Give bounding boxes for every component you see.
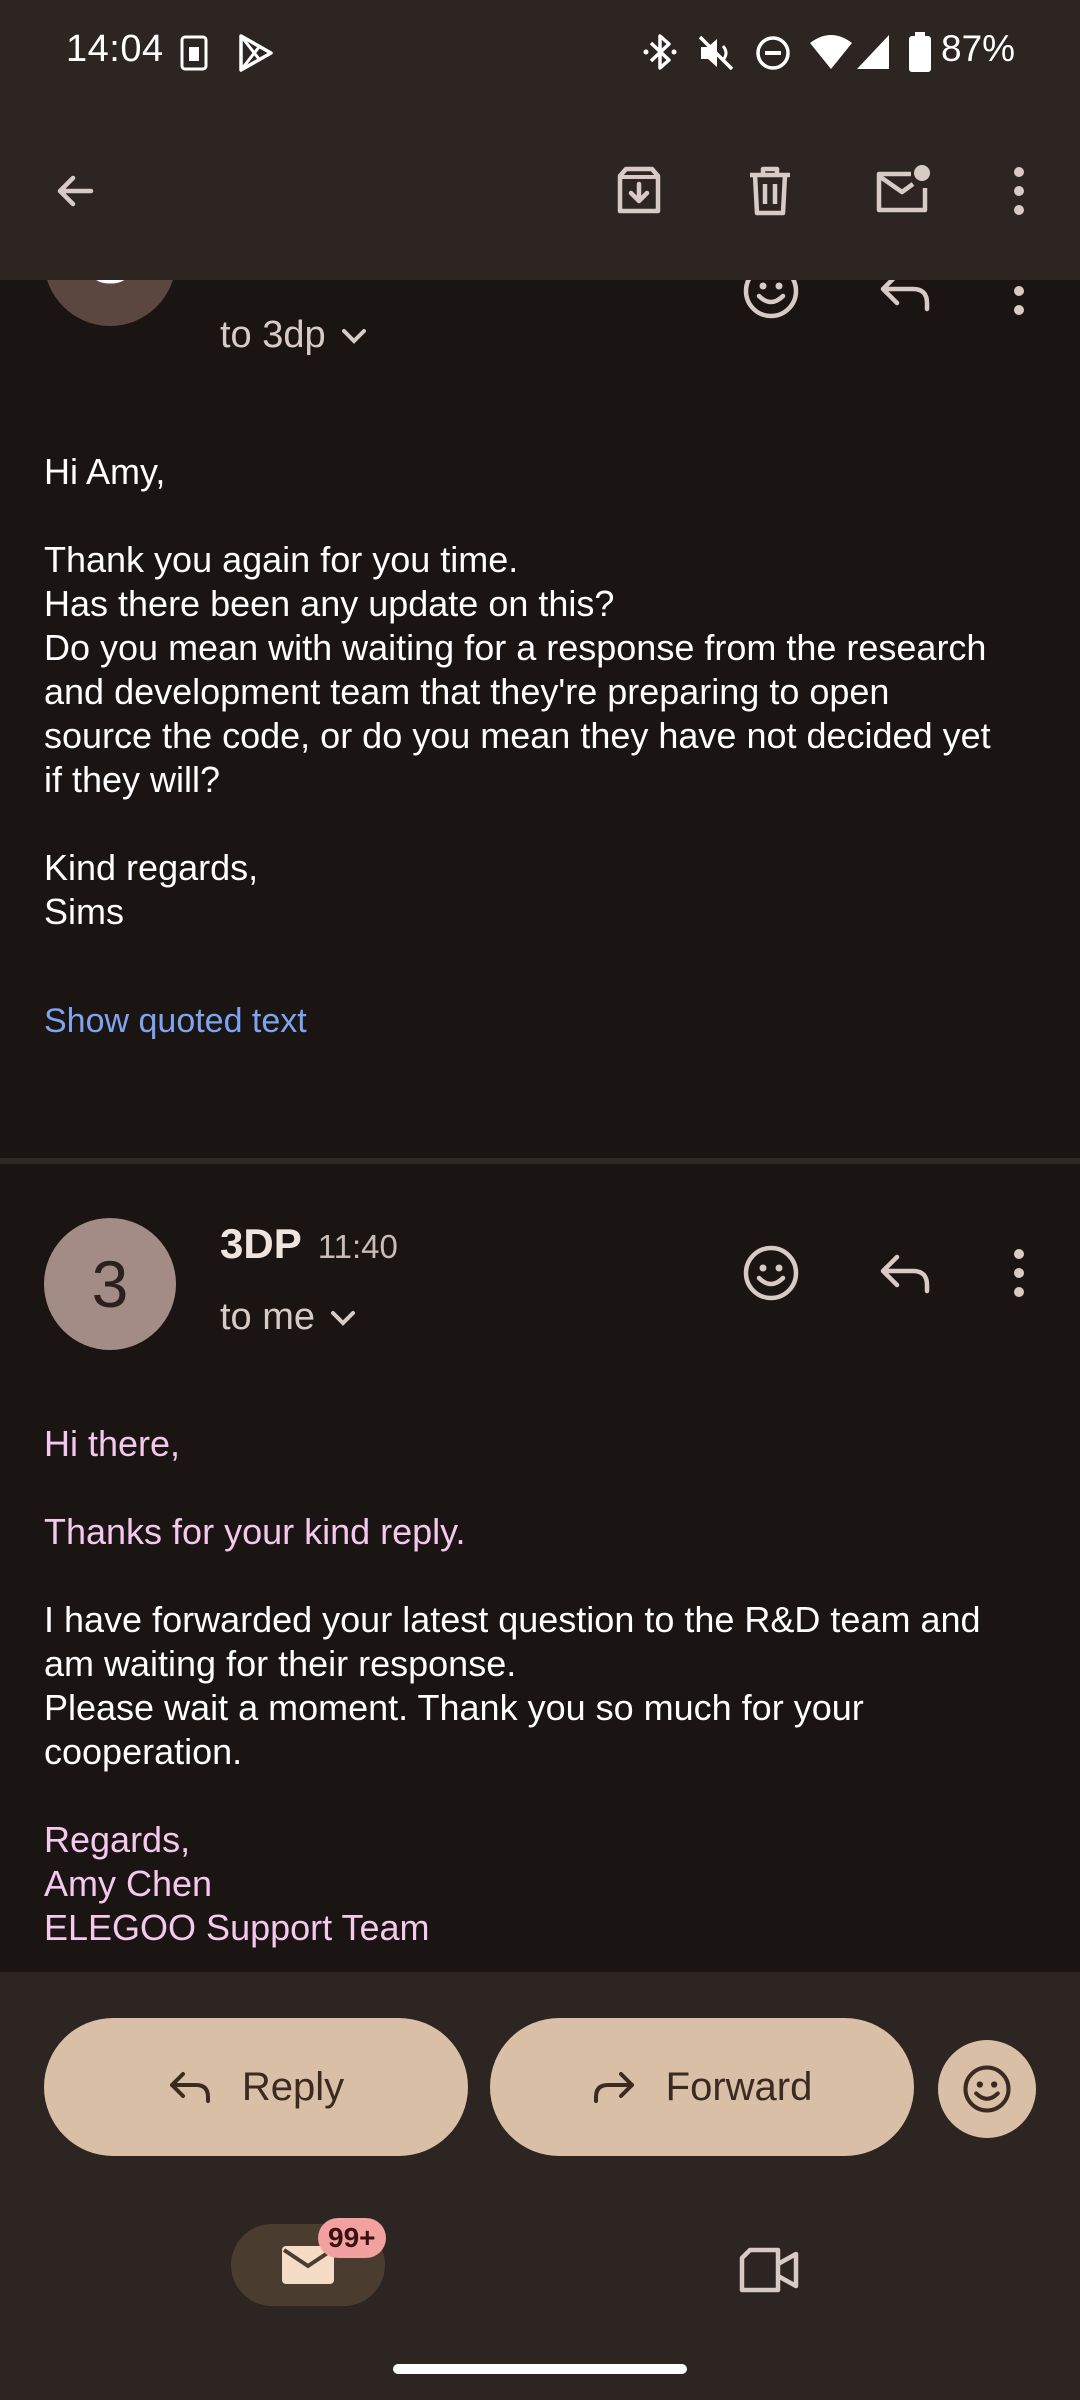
bottom-navigation: 99+ xyxy=(0,2200,1080,2400)
reply-button[interactable] xyxy=(860,1228,950,1318)
thanks-line: Thanks for your kind reply. xyxy=(44,1511,466,1552)
show-quoted-text-link[interactable]: Show quoted text xyxy=(44,1002,307,1041)
signoff: Regards, xyxy=(44,1819,191,1860)
delete-button[interactable] xyxy=(725,146,815,236)
body-line: I have forwarded your latest question to… xyxy=(44,1599,981,1640)
more-vert-icon xyxy=(1014,167,1024,215)
recipient-details[interactable]: to me xyxy=(220,1296,357,1339)
reply-button[interactable] xyxy=(860,280,950,336)
do-not-disturb-icon xyxy=(756,36,790,70)
play-store-icon xyxy=(239,34,273,72)
message-more-button[interactable] xyxy=(974,280,1064,336)
sender-name: 3DP xyxy=(220,1220,302,1267)
back-button[interactable] xyxy=(30,146,120,236)
reply-label: Reply xyxy=(241,2064,345,2109)
message-body-3dp: Hi there, Thanks for your kind reply. I … xyxy=(44,1422,1044,1950)
video-camera-icon xyxy=(739,2247,799,2293)
delete-icon xyxy=(750,166,790,216)
emoji-icon xyxy=(963,2065,1011,2113)
meet-tab[interactable] xyxy=(724,2230,814,2310)
status-bar: 14:04 87% xyxy=(0,0,1080,104)
archive-button[interactable] xyxy=(594,146,684,236)
wifi-icon xyxy=(810,35,852,69)
chevron-down-icon xyxy=(331,1310,356,1326)
more-options-button[interactable] xyxy=(974,146,1064,236)
unread-badge: 99+ xyxy=(318,2218,386,2258)
emoji-icon xyxy=(743,280,799,319)
forward-label: Forward xyxy=(665,2064,813,2109)
battery-percent: 87% xyxy=(941,28,1016,69)
avatar[interactable]: 3 xyxy=(44,1218,176,1350)
signature-team: ELEGOO Support Team xyxy=(44,1907,430,1948)
message-time: 11:40 xyxy=(317,1228,398,1265)
body-line: Please wait a moment. Thank you so much … xyxy=(44,1687,864,1728)
email-toolbar xyxy=(0,104,1080,280)
message-divider xyxy=(0,1158,1080,1164)
body-line: Thank you again for you time. xyxy=(44,539,519,580)
body-line: source the code, or do you mean they hav… xyxy=(44,715,991,756)
conversation-view[interactable]: S to 3dp Hi Amy, Thank y xyxy=(0,280,1080,1972)
body-line: cooperation. xyxy=(44,1731,243,1772)
signature-name: Amy Chen xyxy=(44,1863,213,1904)
body-line: Has there been any update on this? xyxy=(44,583,615,624)
signal-icon xyxy=(857,35,889,69)
mark-unread-button[interactable] xyxy=(858,146,948,236)
body-line: if they will? xyxy=(44,759,221,800)
body-line: Do you mean with waiting for a response … xyxy=(44,627,987,668)
mark-unread-icon xyxy=(876,165,930,213)
reply-icon xyxy=(880,280,930,312)
chevron-down-icon xyxy=(341,328,366,344)
body-line: and development team that they're prepar… xyxy=(44,671,890,712)
greeting: Hi there, xyxy=(44,1423,181,1464)
reply-icon xyxy=(169,2072,210,2103)
back-arrow-icon xyxy=(57,175,94,207)
sim-card-icon xyxy=(180,35,208,71)
add-reaction-button[interactable] xyxy=(726,280,816,336)
more-vert-icon xyxy=(1014,1249,1024,1297)
message-body-sims: Hi Amy, Thank you again for you time. Ha… xyxy=(44,450,1044,934)
more-vert-icon xyxy=(1014,286,1024,315)
reply-icon xyxy=(880,1254,930,1294)
battery-icon xyxy=(909,32,931,72)
add-reaction-button[interactable] xyxy=(726,1228,816,1318)
greeting: Hi Amy, xyxy=(44,451,166,492)
forward-pill-button[interactable]: Forward xyxy=(490,2018,914,2156)
react-emoji-button[interactable] xyxy=(938,2040,1036,2138)
recipient-label: to 3dp xyxy=(220,314,326,356)
bluetooth-icon xyxy=(643,34,677,70)
sender-row: 3DP 11:40 xyxy=(220,1220,398,1268)
body-line: am waiting for their response. xyxy=(44,1643,517,1684)
mute-icon xyxy=(698,35,734,71)
home-indicator[interactable] xyxy=(393,2364,687,2374)
avatar[interactable]: S xyxy=(44,280,176,326)
reply-action-bar: Reply Forward xyxy=(0,1972,1080,2200)
status-time: 14:04 xyxy=(66,28,164,70)
reply-pill-button[interactable]: Reply xyxy=(44,2018,468,2156)
recipient-label: to me xyxy=(220,1296,316,1338)
emoji-icon xyxy=(743,1245,799,1301)
signoff: Kind regards, xyxy=(44,847,259,888)
forward-icon xyxy=(593,2072,634,2103)
archive-icon xyxy=(617,166,661,214)
message-more-button[interactable] xyxy=(974,1228,1064,1318)
recipient-details[interactable]: to 3dp xyxy=(220,314,368,357)
signature: Sims xyxy=(44,891,124,932)
